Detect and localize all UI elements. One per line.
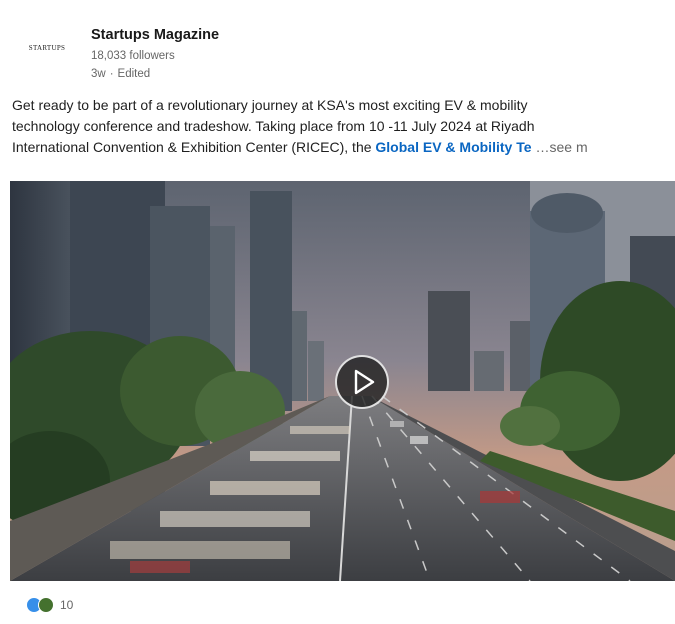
post-text-line: Get ready to be part of a revolutionary … <box>12 97 528 113</box>
celebrate-icon <box>38 597 54 613</box>
post-text-fragment: International Convention & Exhibition Ce… <box>12 139 376 155</box>
post-header: STARTUPS Startups Magazine 18,033 follow… <box>0 0 675 95</box>
play-icon <box>354 369 375 395</box>
follower-count: 18,033 followers <box>91 50 175 62</box>
post-text-line: International Convention & Exhibition Ce… <box>12 137 675 158</box>
see-more-link[interactable]: …see m <box>536 139 588 155</box>
post-time: 3w <box>91 68 106 80</box>
feed-post-card: STARTUPS Startups Magazine 18,033 follow… <box>0 0 675 624</box>
edited-label: Edited <box>117 68 151 80</box>
event-link[interactable]: Global EV & Mobility Te <box>375 139 531 155</box>
author-name[interactable]: Startups Magazine <box>91 27 219 43</box>
play-button[interactable] <box>335 355 389 409</box>
post-meta: 3w · Edited <box>91 68 150 80</box>
post-body: Get ready to be part of a revolutionary … <box>12 95 675 158</box>
company-logo[interactable]: STARTUPS <box>14 20 80 76</box>
post-text-line: technology conference and tradeshow. Tak… <box>12 118 535 134</box>
company-logo-text: STARTUPS <box>28 44 66 52</box>
reactions-summary[interactable]: 10 <box>26 594 73 616</box>
reaction-count: 10 <box>60 598 74 612</box>
meta-separator: · <box>109 68 114 80</box>
